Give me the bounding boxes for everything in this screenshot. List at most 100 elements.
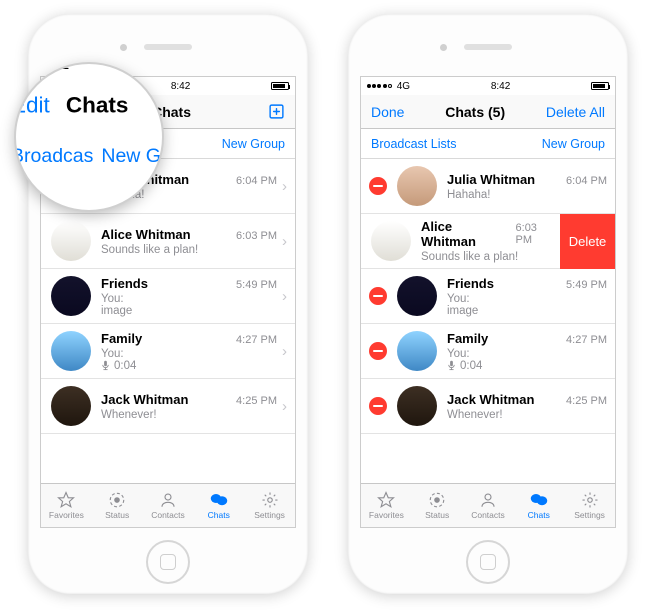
- gear-icon: [580, 491, 600, 509]
- chat-preview: Whenever!: [101, 409, 277, 421]
- chat-preview: You:: [101, 348, 277, 360]
- signal-dots-icon: [367, 84, 392, 88]
- tab-label: Favorites: [49, 510, 84, 520]
- phone-camera: [120, 44, 127, 51]
- chat-list: Julia Whitman6:04 PMHahaha!Alice Whitman…: [361, 159, 615, 483]
- delete-all-button[interactable]: Delete All: [546, 104, 605, 120]
- chat-time: 6:03 PM: [236, 230, 277, 242]
- chat-time: 6:04 PM: [566, 175, 607, 187]
- chat-row[interactable]: Jack Whitman4:25 PMWhenever!: [361, 379, 615, 434]
- star-icon: [56, 491, 76, 509]
- mag-broadcast[interactable]: Broadcas: [14, 143, 93, 166]
- chat-row[interactable]: Family4:27 PMYou: 0:04›: [41, 324, 295, 379]
- chat-preview: Sounds like a plan!: [421, 251, 556, 263]
- avatar: [397, 166, 437, 206]
- chats-icon: [528, 491, 550, 509]
- delete-button[interactable]: Delete: [560, 214, 615, 269]
- compose-icon[interactable]: [268, 103, 285, 120]
- tab-label: Settings: [254, 510, 285, 520]
- mag-new-group[interactable]: New Group: [101, 143, 164, 166]
- chat-time: 6:04 PM: [236, 175, 277, 187]
- tab-bar: Favorites Status Contacts Chats Settings: [41, 483, 295, 527]
- chat-time: 5:49 PM: [566, 279, 607, 291]
- chat-preview: You:: [101, 293, 277, 305]
- phone-right: 4G 8:42 Done Chats (5) Delete All Broadc…: [348, 14, 628, 594]
- chat-row[interactable]: Alice Whitman6:03 PMSounds like a plan!D…: [361, 214, 615, 269]
- chat-time: 4:27 PM: [566, 334, 607, 346]
- tab-settings[interactable]: Settings: [244, 484, 295, 527]
- avatar: [51, 386, 91, 426]
- chevron-right-icon: ›: [282, 398, 287, 415]
- phone-speaker: [464, 44, 512, 50]
- avatar: [51, 221, 91, 261]
- tab-label: Contacts: [151, 510, 185, 520]
- avatar: [51, 276, 91, 316]
- chat-name: Family: [101, 331, 142, 346]
- chat-time: 6:03 PM: [516, 222, 556, 246]
- broadcast-lists-link[interactable]: Broadcast Lists: [371, 137, 456, 151]
- tab-label: Favorites: [369, 510, 404, 520]
- tab-status[interactable]: Status: [412, 484, 463, 527]
- chevron-right-icon: ›: [282, 343, 287, 360]
- chat-name: Jack Whitman: [101, 392, 188, 407]
- chat-name: Alice Whitman: [101, 227, 191, 242]
- tab-label: Chats: [528, 510, 550, 520]
- screen-right: 4G 8:42 Done Chats (5) Delete All Broadc…: [360, 76, 616, 528]
- delete-toggle-icon[interactable]: [369, 287, 387, 305]
- tab-settings[interactable]: Settings: [564, 484, 615, 527]
- battery-icon: [271, 82, 289, 90]
- chat-row[interactable]: Friends5:49 PMYou:image: [361, 269, 615, 324]
- chat-preview: Sounds like a plan!: [101, 244, 277, 256]
- delete-toggle-icon[interactable]: [369, 177, 387, 195]
- done-button[interactable]: Done: [371, 104, 404, 120]
- chats-icon: [208, 491, 230, 509]
- chat-preview-2: 0:04: [101, 360, 277, 372]
- delete-toggle-icon[interactable]: [369, 342, 387, 360]
- avatar: [371, 221, 411, 261]
- contacts-icon: [478, 491, 498, 509]
- new-group-link[interactable]: New Group: [542, 137, 605, 151]
- tab-label: Status: [105, 510, 129, 520]
- tab-contacts[interactable]: Contacts: [463, 484, 514, 527]
- chat-row[interactable]: Julia Whitman6:04 PMHahaha!: [361, 159, 615, 214]
- chat-preview-2: 0:04: [447, 360, 607, 372]
- contacts-icon: [158, 491, 178, 509]
- phone-speaker: [144, 44, 192, 50]
- delete-toggle-icon[interactable]: [369, 397, 387, 415]
- chat-name: Family: [447, 331, 488, 346]
- chat-row[interactable]: Friends5:49 PMYou:image›: [41, 269, 295, 324]
- chat-row[interactable]: Family4:27 PMYou: 0:04: [361, 324, 615, 379]
- chevron-right-icon: ›: [282, 233, 287, 250]
- tab-favorites[interactable]: Favorites: [41, 484, 92, 527]
- tab-chats[interactable]: Chats: [513, 484, 564, 527]
- chat-row[interactable]: Jack Whitman4:25 PMWhenever!›: [41, 379, 295, 434]
- chat-row[interactable]: Alice Whitman 6:03 PM Sounds like a plan! ›: [41, 214, 295, 269]
- mag-title: Chats: [20, 92, 164, 118]
- avatar: [397, 331, 437, 371]
- nav-title: Chats (5): [445, 104, 505, 120]
- star-icon: [376, 491, 396, 509]
- tab-bar: Favorites Status Contacts Chats Settings: [361, 483, 615, 527]
- chat-preview: You:: [447, 293, 607, 305]
- tab-chats[interactable]: Chats: [193, 484, 244, 527]
- home-button[interactable]: [466, 540, 510, 584]
- chat-preview-2: image: [447, 305, 607, 317]
- chat-preview: Hahaha!: [447, 189, 607, 201]
- avatar: [397, 386, 437, 426]
- chevron-right-icon: ›: [282, 178, 287, 195]
- tab-favorites[interactable]: Favorites: [361, 484, 412, 527]
- tab-status[interactable]: Status: [92, 484, 143, 527]
- gear-icon: [260, 491, 280, 509]
- chat-name: Jack Whitman: [447, 392, 534, 407]
- tab-label: Status: [425, 510, 449, 520]
- new-group-link[interactable]: New Group: [222, 137, 285, 151]
- tab-contacts[interactable]: Contacts: [143, 484, 194, 527]
- chevron-right-icon: ›: [282, 288, 287, 305]
- tab-label: Settings: [574, 510, 605, 520]
- tab-label: Contacts: [471, 510, 505, 520]
- chat-preview-2: image: [101, 305, 277, 317]
- status-time: 8:42: [415, 81, 586, 92]
- home-button[interactable]: [146, 540, 190, 584]
- status-icon: [427, 491, 447, 509]
- battery-icon: [591, 82, 609, 90]
